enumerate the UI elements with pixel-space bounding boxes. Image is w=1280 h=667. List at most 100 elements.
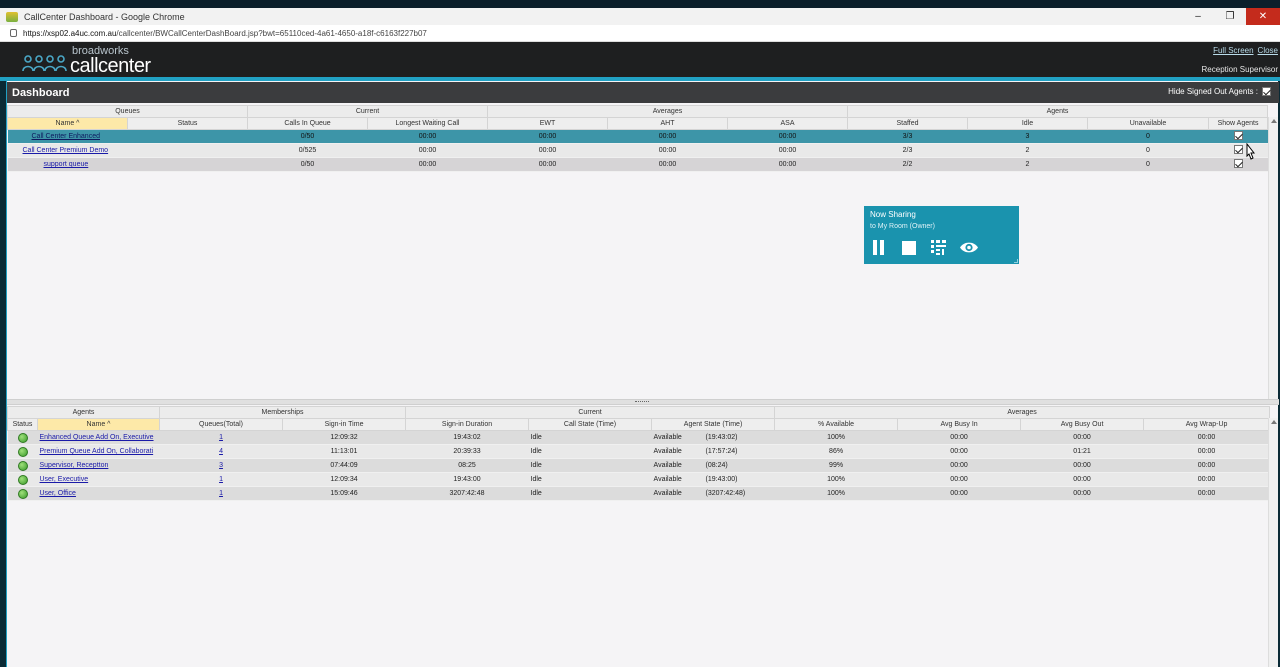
queues-total-link[interactable]: 3 bbox=[219, 462, 223, 469]
agent-state-time: (17:57:24) bbox=[705, 448, 738, 455]
col-percent-available[interactable]: % Available bbox=[774, 418, 899, 431]
address-bar[interactable]: https://xsp02.a4uc.com.au/callcenter/BWC… bbox=[0, 25, 1280, 42]
col-aht[interactable]: AHT bbox=[607, 117, 728, 130]
stop-icon[interactable] bbox=[902, 241, 916, 255]
call-state: Idle bbox=[528, 458, 652, 473]
longest-waiting: 00:00 bbox=[367, 157, 488, 172]
agent-state: Available bbox=[653, 462, 682, 469]
status-available-icon bbox=[17, 474, 28, 485]
col-ewt[interactable]: EWT bbox=[487, 117, 608, 130]
sign-in-time: 12:09:32 bbox=[282, 430, 406, 445]
table-row[interactable]: User, Office 1 15:09:46 3207:42:48 Idle Avail… bbox=[7, 486, 1270, 501]
restore-button[interactable]: ❐ bbox=[1214, 8, 1246, 25]
col-avg-wrap-up[interactable]: Avg Wrap-Up bbox=[1143, 418, 1271, 431]
col-avg-busy-out[interactable]: Avg Busy Out bbox=[1020, 418, 1145, 431]
agent-state-time: (19:43:00) bbox=[705, 476, 738, 483]
col-name[interactable]: Name ^ bbox=[7, 117, 128, 130]
col-sign-in-time[interactable]: Sign-in Time bbox=[282, 418, 407, 431]
brand-big-text: callcenter bbox=[70, 55, 151, 77]
group-agents: Agents bbox=[846, 105, 1269, 118]
close-window-button[interactable]: ✕ bbox=[1246, 8, 1280, 25]
table-row[interactable]: User, Executive 1 12:09:34 19:43:00 Idle Avai… bbox=[7, 472, 1270, 487]
agent-state: Available bbox=[653, 434, 682, 441]
annotate-icon[interactable] bbox=[931, 240, 946, 255]
col-status[interactable]: Status bbox=[127, 117, 248, 130]
avg-wrap-up: 00:00 bbox=[1143, 444, 1270, 459]
agent-name-link[interactable]: User, Executive bbox=[40, 476, 89, 483]
col-unavailable[interactable]: Unavailable bbox=[1087, 117, 1209, 130]
avg-busy-out: 00:00 bbox=[1020, 430, 1144, 445]
app-header: broadworks callcenter Full Screen Close … bbox=[0, 42, 1280, 79]
avg-busy-out: 00:00 bbox=[1020, 472, 1144, 487]
col-call-state[interactable]: Call State (Time) bbox=[528, 418, 653, 431]
col-name[interactable]: Name ^ bbox=[36, 418, 161, 431]
percent-available: 86% bbox=[774, 444, 898, 459]
queue-status bbox=[127, 129, 248, 144]
grip-icon[interactable] bbox=[635, 401, 649, 403]
col-staffed[interactable]: Staffed bbox=[847, 117, 968, 130]
hide-signed-out-checkbox[interactable] bbox=[1262, 87, 1271, 96]
idle-value: 3 bbox=[967, 129, 1088, 144]
table-row[interactable]: Enhanced Queue Add On, Executive 1 12:09:3… bbox=[7, 430, 1270, 445]
queue-name-link[interactable]: support queue bbox=[44, 161, 89, 168]
hide-signed-out-label: Hide Signed Out Agents : bbox=[1168, 87, 1258, 96]
agents-scrollbar[interactable] bbox=[1268, 418, 1278, 667]
close-link[interactable]: Close bbox=[1258, 46, 1278, 55]
table-row[interactable]: Supervisor, Receptton 3 07:44:09 08:25 Idle A… bbox=[7, 458, 1270, 473]
show-agents-checkbox[interactable] bbox=[1233, 131, 1243, 140]
call-state: Idle bbox=[528, 444, 652, 459]
idle-value: 2 bbox=[967, 157, 1088, 172]
full-screen-link[interactable]: Full Screen bbox=[1213, 46, 1253, 55]
agent-name-link[interactable]: Premium Queue Add On, Collaborati bbox=[40, 448, 154, 455]
view-icon[interactable] bbox=[959, 240, 979, 255]
resize-handle[interactable] bbox=[1014, 259, 1018, 263]
dashboard-header: Dashboard Hide Signed Out Agents : bbox=[7, 82, 1279, 103]
col-asa[interactable]: ASA bbox=[727, 117, 848, 130]
col-sign-in-duration[interactable]: Sign-in Duration bbox=[405, 418, 530, 431]
col-longest-waiting[interactable]: Longest Waiting Call bbox=[367, 117, 488, 130]
col-agent-state[interactable]: Agent State (Time) bbox=[651, 418, 776, 431]
agent-name-link[interactable]: Enhanced Queue Add On, Executive bbox=[40, 434, 154, 441]
col-calls-in-queue[interactable]: Calls In Queue bbox=[247, 117, 368, 130]
table-row[interactable]: Call Center Enhanced 0/50 00:00 00:00 00… bbox=[7, 129, 1268, 144]
table-row[interactable]: Premium Queue Add On, Collaborati 4 11:13:… bbox=[7, 444, 1270, 459]
agent-name-link[interactable]: Supervisor, Receptton bbox=[40, 462, 109, 469]
percent-available: 100% bbox=[774, 486, 898, 501]
col-queues-total[interactable]: Queues(Total) bbox=[159, 418, 284, 431]
call-state: Idle bbox=[528, 430, 652, 445]
show-agents-checkbox[interactable] bbox=[1233, 159, 1243, 168]
panel-splitter[interactable] bbox=[7, 399, 1279, 405]
queues-total-link[interactable]: 1 bbox=[219, 434, 223, 441]
queues-total-link[interactable]: 1 bbox=[219, 476, 223, 483]
lock-icon bbox=[10, 29, 17, 37]
queues-scrollbar[interactable] bbox=[1268, 117, 1278, 399]
agent-state: Available bbox=[653, 448, 682, 455]
avg-busy-in: 00:00 bbox=[897, 486, 1021, 501]
avg-busy-in: 00:00 bbox=[897, 430, 1021, 445]
group-averages: Averages bbox=[487, 105, 848, 118]
minimize-button[interactable]: – bbox=[1182, 8, 1214, 25]
queues-total-link[interactable]: 1 bbox=[219, 490, 223, 497]
col-show-agents[interactable]: Show Agents bbox=[1207, 117, 1269, 130]
table-row[interactable]: Call Center Premium Demo 0/525 00:00 00:… bbox=[7, 143, 1268, 158]
percent-available: 99% bbox=[774, 458, 898, 473]
sign-in-duration: 3207:42:48 bbox=[405, 486, 529, 501]
col-idle[interactable]: Idle bbox=[967, 117, 1088, 130]
agent-name-link[interactable]: User, Office bbox=[40, 490, 76, 497]
table-row[interactable]: support queue 0/50 00:00 00:00 00:00 00:… bbox=[7, 157, 1268, 172]
queues-total-link[interactable]: 4 bbox=[219, 448, 223, 455]
show-agents-checkbox[interactable] bbox=[1233, 145, 1243, 154]
asa-value: 00:00 bbox=[727, 129, 848, 144]
idle-value: 2 bbox=[967, 143, 1088, 158]
col-avg-busy-in[interactable]: Avg Busy In bbox=[897, 418, 1022, 431]
aht-value: 00:00 bbox=[607, 129, 728, 144]
scroll-up-icon[interactable] bbox=[1271, 420, 1277, 424]
pause-icon[interactable] bbox=[872, 240, 886, 255]
scroll-up-icon[interactable] bbox=[1271, 119, 1277, 123]
hide-signed-out-control: Hide Signed Out Agents : bbox=[1168, 87, 1271, 96]
url-text[interactable]: https://xsp02.a4uc.com.au/callcenter/BWC… bbox=[23, 29, 427, 38]
queue-name-link[interactable]: Call Center Enhanced bbox=[32, 133, 101, 140]
col-status[interactable]: Status bbox=[7, 418, 38, 431]
queue-name-link[interactable]: Call Center Premium Demo bbox=[23, 147, 109, 154]
percent-available: 100% bbox=[774, 430, 898, 445]
